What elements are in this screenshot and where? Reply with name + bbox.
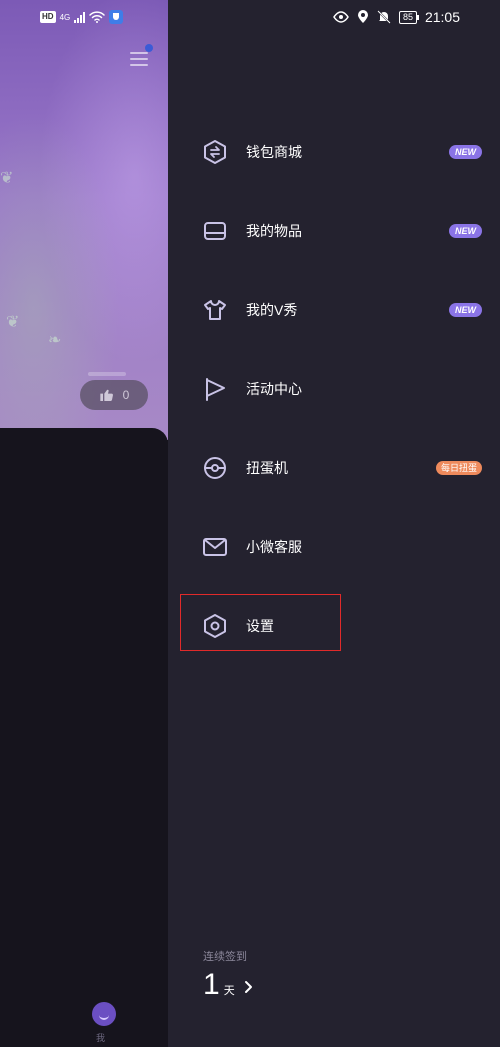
box-icon xyxy=(202,218,228,244)
menu-item-gacha[interactable]: 扭蛋机 每日扭蛋 xyxy=(168,440,500,496)
menu-item-my-items[interactable]: 我的物品 NEW xyxy=(168,203,500,259)
butterfly-decoration: ❦ xyxy=(6,314,20,331)
thumbs-up-icon xyxy=(99,389,113,402)
profile-hero-image: ❦ ❦ ❧ 0 xyxy=(0,0,168,440)
notification-dot xyxy=(145,44,153,52)
gacha-icon xyxy=(202,455,228,481)
battery-indicator: 85 xyxy=(398,10,419,24)
like-button[interactable]: 0 xyxy=(80,380,148,410)
signal-icon xyxy=(74,11,86,23)
new-badge: NEW xyxy=(449,145,482,159)
security-shield-icon xyxy=(109,10,124,24)
checkin-days-unit: 天 xyxy=(223,985,235,997)
menu-item-label: 我的V秀 xyxy=(246,302,298,318)
network-type: 4G xyxy=(59,12,71,22)
chevron-right-icon xyxy=(244,981,252,993)
flag-icon xyxy=(202,376,228,402)
checkin-label: 连续签到 xyxy=(203,951,247,963)
location-icon xyxy=(357,10,368,23)
eye-icon xyxy=(333,11,349,23)
checkin-days-count: 1 xyxy=(203,968,220,1001)
menu-item-label: 扭蛋机 xyxy=(246,460,288,476)
background-page: ❦ ❦ ❧ 0 我 xyxy=(0,0,168,1047)
menu-item-label: 钱包商城 xyxy=(246,144,302,160)
butterfly-decoration: ❦ xyxy=(0,170,14,187)
daily-gacha-badge: 每日扭蛋 xyxy=(435,461,482,475)
status-bar: HD 4G 85 21:05 xyxy=(0,0,500,36)
side-drawer: 钱包商城 NEW 我的物品 NEW 我的V秀 NEW 活动中心 扭蛋机 每日扭蛋… xyxy=(168,0,500,1047)
tshirt-icon xyxy=(202,297,228,323)
settings-highlight-box xyxy=(180,594,341,651)
me-tab-label: 我 xyxy=(96,1033,106,1043)
divider xyxy=(88,372,126,376)
mail-icon xyxy=(202,534,228,560)
like-count: 0 xyxy=(122,388,130,402)
menu-item-customer-service[interactable]: 小微客服 xyxy=(168,519,500,575)
profile-content-area xyxy=(0,428,168,1047)
menu-item-label: 小微客服 xyxy=(246,539,302,555)
menu-item-wallet-mall[interactable]: 钱包商城 NEW xyxy=(168,124,500,180)
checkin-days-link[interactable]: 1 天 xyxy=(203,968,255,1002)
menu-item-label: 活动中心 xyxy=(246,381,302,397)
butterfly-decoration: ❧ xyxy=(48,332,62,349)
me-tab-icon[interactable] xyxy=(92,1002,116,1026)
wifi-icon xyxy=(89,11,105,23)
menu-item-label: 我的物品 xyxy=(246,223,302,239)
clock: 21:05 xyxy=(424,9,460,25)
wallet-hexagon-icon xyxy=(202,139,228,165)
hd-indicator: HD xyxy=(40,11,56,23)
menu-item-my-vshow[interactable]: 我的V秀 NEW xyxy=(168,282,500,338)
mute-bell-icon xyxy=(377,10,391,24)
new-badge: NEW xyxy=(449,303,482,317)
menu-item-activity-center[interactable]: 活动中心 xyxy=(168,361,500,417)
new-badge: NEW xyxy=(449,224,482,238)
